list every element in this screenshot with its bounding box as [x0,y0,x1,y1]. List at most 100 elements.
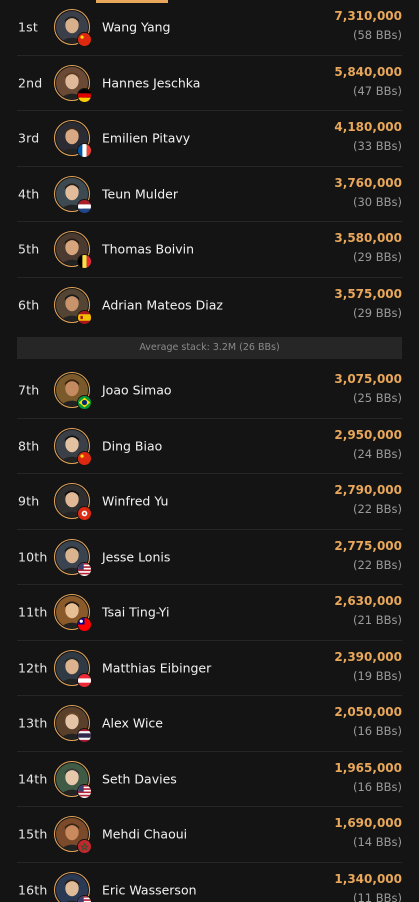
player-big-blinds: (29 BBs) [352,305,402,320]
player-row[interactable]: 8th Ding Biao 2,950,000 (24 BBs) [17,419,402,474]
player-chips: 2,390,000 [334,649,402,664]
taiwan-flag-icon [77,617,92,633]
player-big-blinds: (47 BBs) [352,83,402,98]
player-avatar[interactable] [54,538,92,577]
player-rank: 8th [18,438,40,454]
player-big-blinds: (21 BBs) [352,613,402,627]
player-name[interactable]: Jesse Lonis [102,549,170,564]
player-big-blinds: (22 BBs) [352,557,402,572]
china-flag-icon [77,450,92,466]
china-flag-icon [77,32,92,48]
player-chips: 1,340,000 [334,871,402,886]
player-name[interactable]: Ding Biao [102,438,162,453]
player-avatar[interactable] [54,594,92,633]
player-row[interactable]: 2nd Hannes Jeschka 5,840,000 (47 BBs) [17,56,402,111]
player-chips: 3,580,000 [334,231,402,245]
player-avatar[interactable] [54,64,92,103]
netherlands-flag-icon [77,198,92,214]
player-chips: 3,760,000 [334,175,402,190]
player-avatar[interactable] [54,372,92,411]
player-avatar[interactable] [54,483,92,522]
player-chips: 2,950,000 [334,427,402,442]
player-rank: 11th [18,604,48,620]
player-name[interactable]: Teun Mulder [102,186,178,201]
player-avatar[interactable] [54,9,92,48]
player-chips: 2,050,000 [334,705,402,719]
player-row[interactable]: 12th Matthias Eibinger 2,390,000 (19 BBs… [17,641,402,696]
player-name[interactable]: Wang Yang [102,20,170,35]
player-big-blinds: (16 BBs) [352,779,402,794]
player-big-blinds: (16 BBs) [352,724,402,738]
player-row[interactable]: 4th Teun Mulder 3,760,000 (30 BBs) [17,167,402,222]
player-rank: 14th [18,771,48,787]
player-avatar[interactable] [54,427,92,466]
player-avatar[interactable] [54,649,92,688]
brazil-flag-icon [77,395,92,411]
austria-flag-icon [77,672,92,688]
player-row[interactable]: 16th Eric Wasserson 1,340,000 (11 BBs) [17,863,402,902]
player-avatar[interactable] [54,175,92,214]
player-rank: 7th [18,382,40,398]
player-chips: 2,775,000 [334,538,402,553]
player-name[interactable]: Thomas Boivin [102,242,194,257]
player-chips: 5,840,000 [334,64,402,79]
player-rank: 5th [18,241,40,257]
player-rank: 6th [18,297,40,313]
player-big-blinds: (11 BBs) [352,890,402,902]
player-name[interactable]: Seth Davies [102,771,177,786]
player-name[interactable]: Joao Simao [102,383,172,398]
player-row[interactable]: 13th Alex Wice 2,050,000 (16 BBs) [17,696,402,752]
player-row[interactable]: 11th Tsai Ting-Yi 2,630,000 (21 BBs) [17,585,402,641]
player-name[interactable]: Hannes Jeschka [102,75,200,90]
player-rank: 13th [18,715,48,731]
player-avatar[interactable] [54,231,92,270]
player-rank: 10th [18,549,48,565]
player-row[interactable]: 7th Joao Simao 3,075,000 (25 BBs) [17,363,402,419]
player-avatar[interactable] [54,287,92,326]
player-avatar[interactable] [54,760,92,799]
player-rank: 9th [18,493,40,509]
player-big-blinds: (24 BBs) [352,446,402,461]
player-big-blinds: (22 BBs) [352,502,402,516]
france-flag-icon [77,143,92,159]
player-avatar[interactable] [54,120,92,159]
player-row[interactable]: 3rd Emilien Pitavy 4,180,000 (33 BBs) [17,111,402,167]
player-avatar[interactable] [54,872,92,902]
player-name[interactable]: Adrian Mateos Diaz [102,298,223,313]
player-avatar[interactable] [54,705,92,744]
player-name[interactable]: Eric Wasserson [102,883,197,898]
morocco-flag-icon [77,839,92,855]
player-name[interactable]: Winfred Yu [102,494,168,509]
player-rank: 4th [18,186,40,202]
player-name[interactable]: Emilien Pitavy [102,131,190,146]
player-row[interactable]: 5th Thomas Boivin 3,580,000 (29 BBs) [17,222,402,278]
player-name[interactable]: Mehdi Chaoui [102,827,187,842]
average-stack-banner: Average stack: 3.2M (26 BBs) [17,337,402,359]
belgium-flag-icon [77,254,92,270]
player-row[interactable]: 9th Winfred Yu 2,790,000 (22 BBs) [17,474,402,530]
player-rank: 2nd [18,75,43,91]
player-name[interactable]: Matthias Eibinger [102,660,211,675]
player-rank: 3rd [18,130,40,146]
player-rank: 16th [18,882,48,898]
player-chips: 7,310,000 [334,9,402,23]
chip-count-list: 1st Wang Yang 7,310,000 (58 BBs) 2nd Han… [0,0,419,902]
player-name[interactable]: Tsai Ting-Yi [102,605,169,620]
player-rank: 1st [18,19,38,35]
player-chips: 2,790,000 [334,483,402,497]
usa-flag-icon [77,895,92,902]
player-chips: 3,575,000 [334,286,402,301]
thailand-flag-icon [77,728,92,744]
player-chips: 2,630,000 [334,594,402,608]
player-row[interactable]: 15th Mehdi Chaoui 1,690,000 (14 BBs) [17,807,402,863]
player-row[interactable]: 14th Seth Davies 1,965,000 (16 BBs) [17,752,402,807]
player-row[interactable]: 6th Adrian Mateos Diaz 3,575,000 (29 BBs… [17,278,402,334]
player-name[interactable]: Alex Wice [102,716,163,731]
player-big-blinds: (58 BBs) [352,28,402,42]
usa-flag-icon [77,783,92,799]
player-row[interactable]: 10th Jesse Lonis 2,775,000 (22 BBs) [17,530,402,585]
player-big-blinds: (30 BBs) [352,194,402,209]
player-avatar[interactable] [54,816,92,855]
player-row[interactable]: 1st Wang Yang 7,310,000 (58 BBs) [17,0,402,56]
player-chips: 1,690,000 [334,816,402,830]
